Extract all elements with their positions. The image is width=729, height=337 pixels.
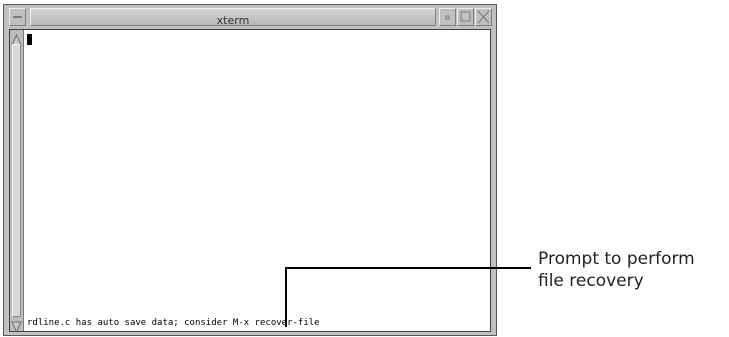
text-cursor xyxy=(27,34,32,45)
close-button[interactable] xyxy=(475,8,492,26)
terminal-client-area: rdline.c has auto save data; consider M-… xyxy=(9,29,491,334)
maximize-button[interactable] xyxy=(457,8,474,26)
scroll-down-button[interactable] xyxy=(11,318,22,334)
minibuffer-message: rdline.c has auto save data; consider M-… xyxy=(27,318,320,328)
scroll-up-button[interactable] xyxy=(11,31,22,46)
window-menu-button[interactable] xyxy=(9,8,26,26)
title-area[interactable]: xterm xyxy=(30,8,436,27)
callout-leader-horizontal xyxy=(285,267,531,269)
scrollbar[interactable] xyxy=(10,30,24,334)
window-menu-icon xyxy=(13,16,22,18)
terminal-text-area[interactable]: rdline.c has auto save data; consider M-… xyxy=(25,30,490,331)
minimize-icon xyxy=(445,15,450,20)
title-bar[interactable]: xterm xyxy=(6,7,494,27)
callout-line-2: file recovery xyxy=(538,271,644,291)
xterm-window: xterm rdline.c has auto save data; consi… xyxy=(3,4,497,336)
window-title: xterm xyxy=(216,14,250,27)
callout-line-1: Prompt to perform xyxy=(538,249,695,269)
scroll-down-arrow-icon xyxy=(11,321,22,334)
callout-leader-vertical xyxy=(285,267,287,327)
callout-label: Prompt to perform file recovery xyxy=(538,248,695,292)
scroll-thumb[interactable] xyxy=(12,44,21,317)
maximize-icon xyxy=(460,11,471,22)
close-icon xyxy=(477,10,490,24)
minimize-button[interactable] xyxy=(439,8,456,26)
